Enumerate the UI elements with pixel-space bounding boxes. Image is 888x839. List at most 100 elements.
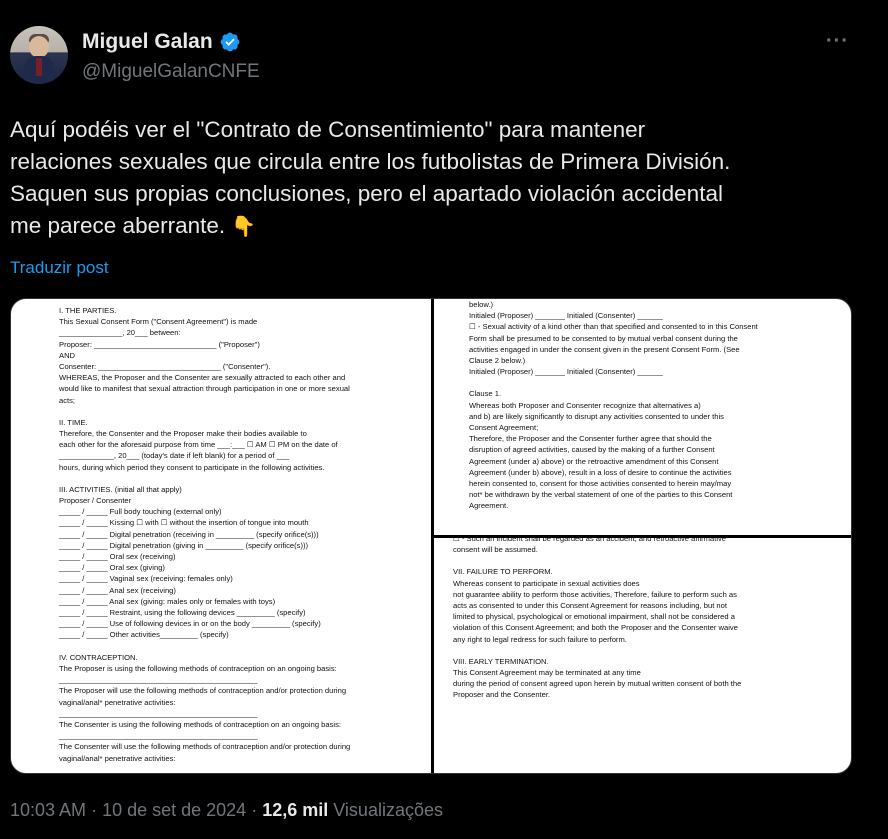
avatar-head [29,36,49,58]
document-line: Whereas both Proposer and Consenter reco… [469,400,701,410]
more-options-icon[interactable]: ··· [826,30,849,53]
document-line: Agreement (under b) above), result in a … [469,467,732,477]
document-line: Whereas consent to participate in sexual… [453,578,640,588]
document-line: _____ / _____ Vaginal sex (receiving: fe… [59,574,233,584]
document-line: II. TIME. [59,417,88,427]
document-line: Proposer / Consenter [59,496,132,506]
document-line: consent will be assumed. [453,545,538,555]
document-line: any right to legal redress for such fail… [453,634,627,644]
document-line: _____ / _____ Use of following devices i… [59,619,321,629]
translate-post-link[interactable]: Traduzir post [10,258,109,278]
document-line: _____ / _____ Other activities_________ … [59,630,229,640]
tweet-line: Saquen sus propias conclusiones, pero el… [10,181,723,206]
pointing-down-emoji-icon: 👇 [231,216,257,238]
post-date[interactable]: 10 de set de 2024 [102,800,246,820]
document-line: _____ / _____ Oral sex (receiving) [59,552,176,562]
document-line: Consenter: _____________________________… [59,362,271,372]
document-line: acts; [59,395,76,405]
tweet-line: relaciones sexuales que circula entre lo… [10,149,731,174]
document-line: Therefore, the Consenter and the Propose… [59,429,307,439]
document-line: Form shall be presumed to be consented t… [469,333,738,343]
views-label: Visualizações [333,800,443,820]
document-line: The Consenter is using the following met… [59,719,341,729]
author-name[interactable]: Miguel Galan [82,30,213,54]
document-line: The Consenter will use the following met… [59,742,351,752]
document-line: Agreement. [469,501,509,511]
author-handle[interactable]: @MiguelGalanCNFE [82,61,260,83]
document-line: Clause 2 below.) [469,356,526,366]
document-line: Agreement (under a) above) or the retroa… [469,456,719,466]
document-line: acts as consented to under this Consent … [453,601,727,611]
document-line: hours, during which period they consent … [59,462,325,472]
document-line: vaginal/anal* penetrative activities: [59,753,176,763]
document-line: Initialed (Proposer) _______ Initialed (… [469,367,663,377]
document-line: Proposer: _____________________________ … [59,339,260,349]
document-line: each other for the aforesaid purpose fro… [59,440,338,450]
tweet-line: me parece aberrante. 👇 [10,210,870,243]
document-line: limited to physical, psychological or em… [453,612,735,622]
document-line: I. THE PARTIES. [59,306,117,315]
tweet-line: Aquí podéis ver el "Contrato de Consenti… [10,117,646,142]
verified-badge-icon [220,32,240,52]
document-line: _____ / _____ Anal sex (giving: males on… [59,596,276,606]
document-line: AND [59,350,76,360]
document-line: WHEREAS, the Proposer and the Consenter … [59,373,346,383]
attached-image[interactable]: I. THE PARTIES. This Sexual Consent Form … [10,298,852,774]
document-line: not* be withdrawn by the verbal statemen… [469,490,733,500]
document-line: _____ / _____ Digital penetration (givin… [59,540,309,550]
document-line: not guarantee ability to perform those a… [453,589,737,599]
document-line: IV. CONTRACEPTION. [59,652,138,662]
document-line: below.) [469,300,494,309]
document-line: would like to manifest that sexual attra… [59,384,350,394]
document-line: Initialed (Proposer) _______ Initialed (… [469,311,663,321]
document-line: ☐ - Sexual activity of a kind other than… [469,322,758,332]
panel-divider [434,535,851,538]
document-line: _____ / _____ Restraint, using the follo… [59,608,306,618]
document-line: _____ / _____ Kissing ☐ with ☐ without t… [59,518,309,528]
post-time[interactable]: 10:03 AM [10,800,86,820]
document-line: activities engaged in under the consent … [469,344,740,354]
author-avatar[interactable] [10,26,68,84]
document-line: _______________, 20___ between: [59,328,181,338]
author-name-row[interactable]: Miguel Galan [82,30,241,54]
document-line: VII. FAILURE TO PERFORM. [453,567,553,577]
document-line: disruption of agreed activities, caused … [469,445,715,455]
document-line: _____ / _____ Full body touching (extern… [59,507,222,517]
document-line: The Proposer is using the following meth… [59,663,337,673]
document-line: The Proposer will use the following meth… [59,686,347,696]
document-line: Clause 1. [469,389,502,399]
document-page-right-bottom: ☐ - Such an incident shall be regarded a… [453,533,843,701]
document-line: and b) are likely significantly to disru… [469,411,724,421]
meta-separator: · [86,800,103,820]
document-line: during the period of consent agreed upon… [453,679,742,689]
document-line: Consent Agreement; [469,423,539,433]
document-line: ________________________________________… [59,731,258,741]
avatar-tie [36,58,42,76]
document-page-right-top: below.) Initialed (Proposer) _______ Init… [469,299,839,512]
document-line: III. ACTIVITIES. (initial all that apply… [59,484,182,494]
document-line: violation of this Consent Agreement; and… [453,623,738,633]
document-line: ________________________________________… [59,708,258,718]
meta-separator: · [246,800,263,820]
tweet-line-text: me parece aberrante. [10,213,226,238]
document-line: This Consent Agreement may be terminated… [453,668,641,678]
document-line: vaginal/anal* penetrative activities: [59,697,176,707]
document-line: herein consented to, consent for those a… [469,479,732,489]
document-line: _____ / _____ Oral sex (giving) [59,563,165,573]
views-count: 12,6 mil [262,800,329,820]
document-page-left: I. THE PARTIES. This Sexual Consent Form … [59,305,419,764]
tweet-text: Aquí podéis ver el "Contrato de Consenti… [10,114,870,243]
document-line: _____________, 20___ (today's date if le… [59,451,290,461]
document-line: Therefore, the Proposer and the Consente… [469,434,712,444]
document-line: _____ / _____ Digital penetration (recei… [59,529,319,539]
document-line: _____ / _____ Anal sex (receiving) [59,585,176,595]
document-line: VIII. EARLY TERMINATION. [453,656,549,666]
tweet-metadata: 10:03 AM · 10 de set de 2024 · 12,6 mil … [10,800,443,821]
document-line: Proposer and the Consenter. [453,690,551,700]
